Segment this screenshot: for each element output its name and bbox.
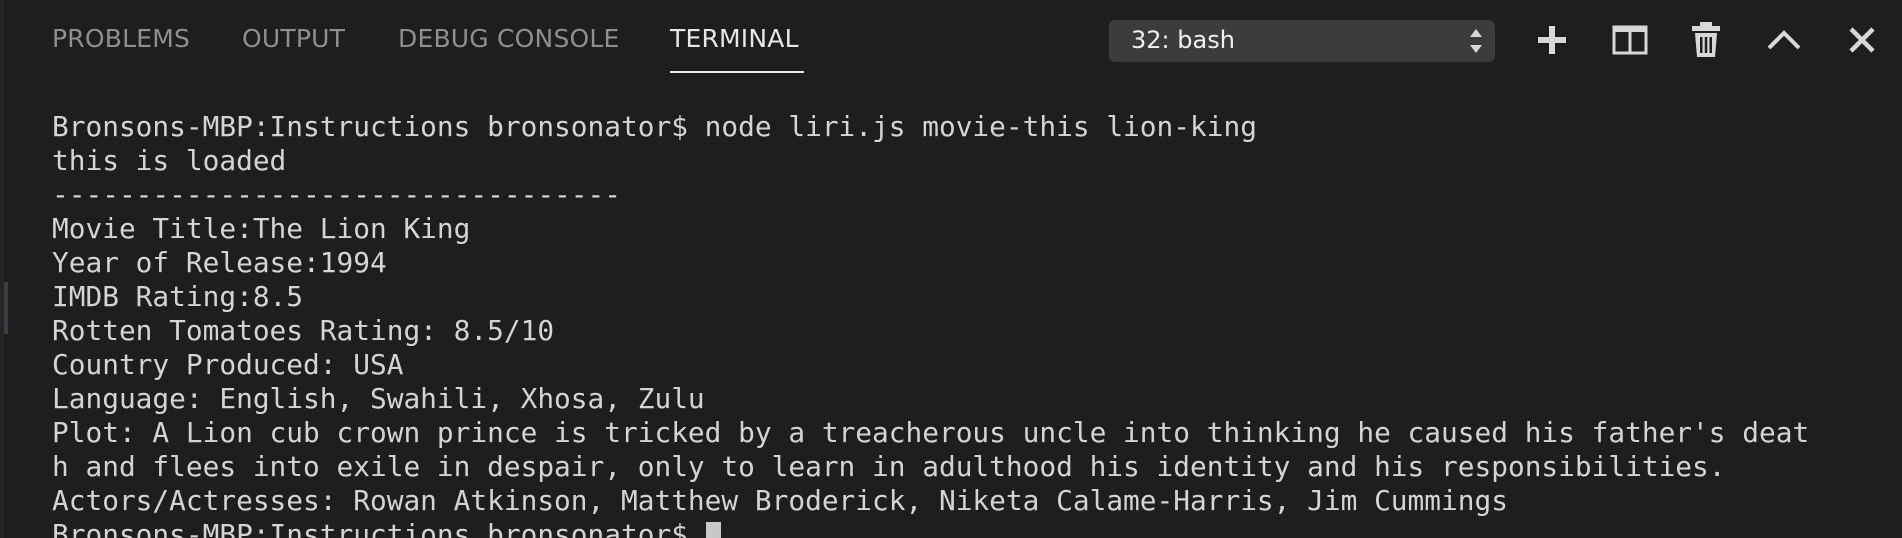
terminal-select[interactable]: 32: bash (1109, 20, 1495, 62)
close-icon (1849, 27, 1875, 53)
terminal-line: IMDB Rating:8.5 (52, 280, 304, 313)
terminal-output[interactable]: Bronsons-MBP:Instructions bronsonator$ n… (4, 110, 1902, 538)
tab-terminal[interactable]: TERMINAL (670, 24, 799, 53)
plus-icon (1538, 26, 1566, 54)
terminal-line: h and flees into exile in despair, only … (52, 450, 1726, 483)
terminal-line: Actors/Actresses: Rowan Atkinson, Matthe… (52, 484, 1508, 517)
terminal-line: Country Produced: USA (52, 348, 404, 381)
active-tab-indicator (670, 71, 804, 73)
terminal-line: Bronsons-MBP:Instructions bronsonator$ n… (52, 110, 1257, 143)
split-terminal-button[interactable] (1608, 18, 1652, 62)
kill-terminal-button[interactable] (1684, 18, 1728, 62)
panel-tab-bar: PROBLEMS OUTPUT DEBUG CONSOLE TERMINAL 3… (4, 0, 1902, 80)
chevron-up-icon (1767, 30, 1801, 50)
terminal-line: Year of Release:1994 (52, 246, 387, 279)
terminal-panel: PROBLEMS OUTPUT DEBUG CONSOLE TERMINAL 3… (0, 0, 1902, 538)
tab-debug-console[interactable]: DEBUG CONSOLE (398, 24, 620, 53)
new-terminal-button[interactable] (1530, 18, 1574, 62)
terminal-select-value: 32: bash (1131, 26, 1235, 54)
select-arrows-icon (1470, 29, 1482, 53)
terminal-line: this is loaded (52, 144, 287, 177)
terminal-line: Movie Title:The Lion King (52, 212, 471, 245)
terminal-cursor (705, 522, 721, 538)
terminal-line: Language: English, Swahili, Xhosa, Zulu (52, 382, 705, 415)
terminal-prompt: Bronsons-MBP:Instructions bronsonator$ (52, 518, 705, 538)
trash-icon (1692, 22, 1720, 57)
maximize-panel-button[interactable] (1762, 18, 1806, 62)
tab-output[interactable]: OUTPUT (242, 24, 345, 53)
terminal-line: ---------------------------------- (52, 178, 621, 211)
tab-problems[interactable]: PROBLEMS (52, 24, 190, 53)
terminal-line: Plot: A Lion cub crown prince is tricked… (52, 416, 1810, 449)
split-icon (1612, 25, 1648, 55)
terminal-prompt-line: Bronsons-MBP:Instructions bronsonator$ (52, 518, 721, 538)
terminal-line: Rotten Tomatoes Rating: 8.5/10 (52, 314, 555, 347)
close-panel-button[interactable] (1840, 18, 1884, 62)
